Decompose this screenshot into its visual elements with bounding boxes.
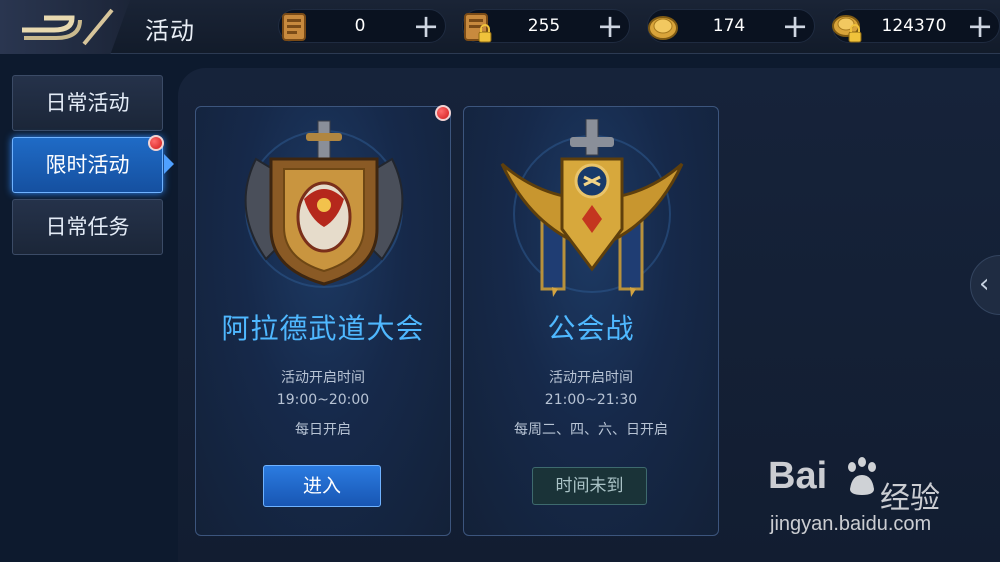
currency-gold: 174 +	[647, 9, 815, 43]
currency-value: 124370	[881, 16, 947, 36]
add-currency-button[interactable]: +	[593, 10, 627, 43]
notification-badge	[148, 135, 164, 151]
add-currency-button[interactable]: +	[963, 10, 997, 43]
baidu-watermark: Bai 经验 jingyan.baidu.com	[768, 455, 968, 545]
notification-badge	[435, 105, 451, 121]
active-tab-arrow-icon	[164, 154, 174, 174]
currency-scroll: 0 +	[278, 9, 446, 43]
gold-coin-icon	[648, 16, 678, 40]
currency-locked-scroll: 255 +	[462, 9, 630, 43]
sidebar-item-label: 限时活动	[45, 153, 130, 177]
locked-coin-icon	[832, 15, 862, 43]
activity-card-guild-war[interactable]: 公会战 活动开启时间 21:00~21:30 每周二、四、六、日开启 时间未到	[463, 106, 719, 536]
arena-emblem-icon	[244, 120, 404, 288]
card-time-label: 活动开启时间	[281, 370, 365, 386]
card-title: 阿拉德武道大会	[221, 312, 425, 345]
sidebar-item-label: 日常活动	[45, 91, 130, 115]
activity-card-arena[interactable]: 阿拉德武道大会 活动开启时间 19:00~20:00 每日开启 进入	[195, 106, 451, 536]
currency-value: 174	[712, 16, 746, 36]
back-button[interactable]	[0, 0, 130, 54]
enter-button[interactable]: 进入	[263, 465, 381, 507]
chevron-left-icon: ‹	[979, 269, 990, 299]
not-yet-time-button: 时间未到	[532, 467, 647, 505]
currency-locked-gold: 124370 +	[832, 9, 1000, 43]
locked-scroll-icon	[464, 13, 492, 43]
add-currency-button[interactable]: +	[778, 10, 812, 43]
add-currency-button[interactable]: +	[409, 10, 443, 43]
top-bar: 活动 0 + 255 + 174 + 124370 +	[0, 0, 1000, 54]
card-schedule: 每周二、四、六、日开启	[514, 422, 668, 438]
card-schedule: 每日开启	[295, 422, 351, 438]
currency-value: 255	[527, 16, 561, 36]
card-time-label: 活动开启时间	[549, 370, 633, 386]
back-logo-icon	[22, 8, 114, 46]
scroll-icon	[282, 13, 306, 41]
sidebar-item-limited-activities[interactable]: 限时活动	[12, 137, 163, 193]
paw-logo-icon	[848, 457, 876, 495]
card-time: 21:00~21:30	[544, 392, 638, 408]
sidebar-item-daily-tasks[interactable]: 日常任务	[12, 199, 163, 255]
watermark-brand: Bai	[768, 455, 828, 497]
card-time: 19:00~20:00	[276, 392, 370, 408]
page-title: 活动	[145, 17, 195, 45]
guild-war-emblem-icon	[500, 119, 684, 297]
card-title: 公会战	[547, 312, 635, 345]
watermark-brand-cn: 经验	[880, 481, 940, 516]
sidebar-item-label: 日常任务	[45, 215, 130, 239]
watermark-url: jingyan.baidu.com	[770, 513, 932, 535]
currency-value: 0	[354, 16, 366, 36]
sidebar-item-daily-activities[interactable]: 日常活动	[12, 75, 163, 131]
